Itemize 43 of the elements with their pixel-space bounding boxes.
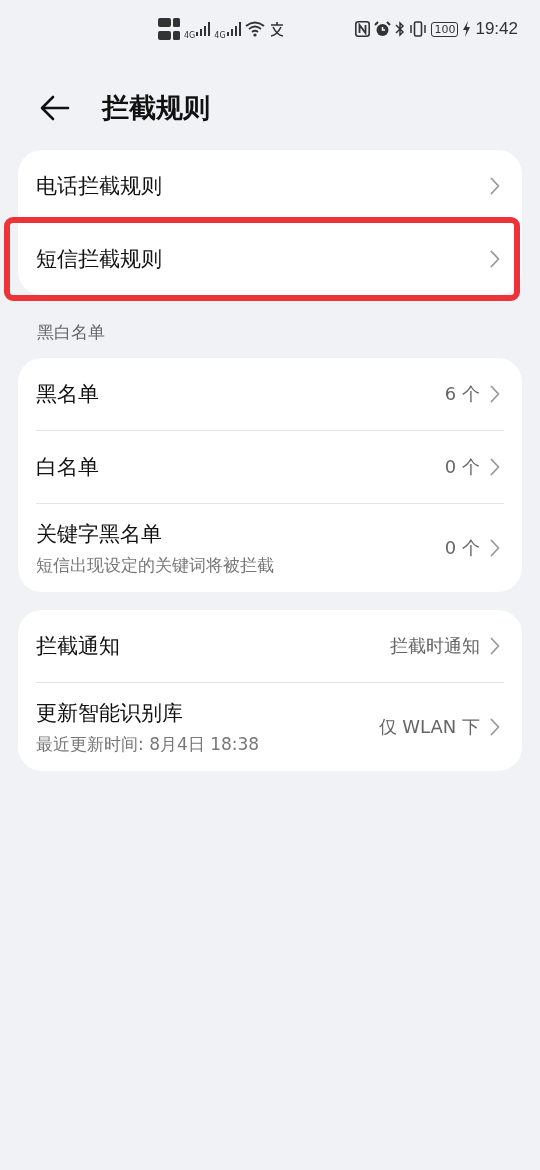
item-title: 更新智能识别库 — [36, 699, 184, 727]
chevron-icon — [490, 718, 500, 736]
item-title: 拦截通知 — [36, 633, 121, 660]
network-type: 4G — [214, 31, 226, 40]
charging-icon — [462, 21, 472, 37]
vibrate-icon — [409, 21, 428, 37]
item-title: 关键字黑名单 — [36, 520, 163, 548]
signal-icon — [196, 22, 211, 36]
item-value: 拦截时通知 — [390, 634, 480, 658]
list-item[interactable]: 黑名单 6 个 — [36, 358, 504, 430]
chevron-icon — [490, 177, 500, 195]
signal-icon — [226, 22, 241, 36]
item-value: 0 个 — [444, 536, 480, 560]
list-item[interactable]: 短信拦截规则 — [10, 223, 514, 295]
list-item[interactable]: 关键字黑名单 短信出现设定的关键词将被拦截 0 个 — [36, 504, 504, 592]
item-value: 仅 WLAN 下 — [378, 715, 480, 739]
list-item[interactable]: 更新智能识别库 最近更新时间: 8月4日 18:38 仅 WLAN 下 — [36, 683, 504, 771]
wifi-icon — [244, 21, 265, 37]
item-subtitle: 最近更新时间: 8月4日 18:38 — [36, 732, 261, 756]
list-item[interactable]: 拦截通知 拦截时通知 — [36, 610, 504, 682]
chevron-icon — [490, 385, 500, 403]
alarm-icon — [374, 21, 392, 37]
item-title: 电话拦截规则 — [36, 173, 163, 200]
network-type: 4G — [184, 31, 196, 40]
item-value: 0 个 — [444, 455, 480, 479]
battery-icon: 100 — [431, 21, 459, 37]
item-title: 白名单 — [36, 454, 100, 481]
chevron-icon — [490, 458, 500, 476]
chevron-icon — [490, 637, 500, 655]
item-value: 6 个 — [444, 382, 480, 406]
list-item[interactable]: 白名单 0 个 — [36, 431, 504, 503]
list-item[interactable]: 电话拦截规则 — [36, 150, 504, 222]
translate-icon — [268, 21, 285, 37]
item-title: 黑名单 — [36, 381, 100, 408]
nfc-icon — [355, 21, 371, 37]
bluetooth-icon — [395, 21, 406, 37]
chevron-icon — [490, 250, 500, 268]
clock: 19:42 — [475, 19, 518, 39]
page-title: 拦截规则 — [102, 91, 210, 125]
section-header: 黑白名单 — [36, 321, 106, 344]
item-subtitle: 短信出现设定的关键词将被拦截 — [36, 553, 275, 577]
item-title: 短信拦截规则 — [36, 246, 163, 273]
chevron-icon — [490, 539, 500, 557]
